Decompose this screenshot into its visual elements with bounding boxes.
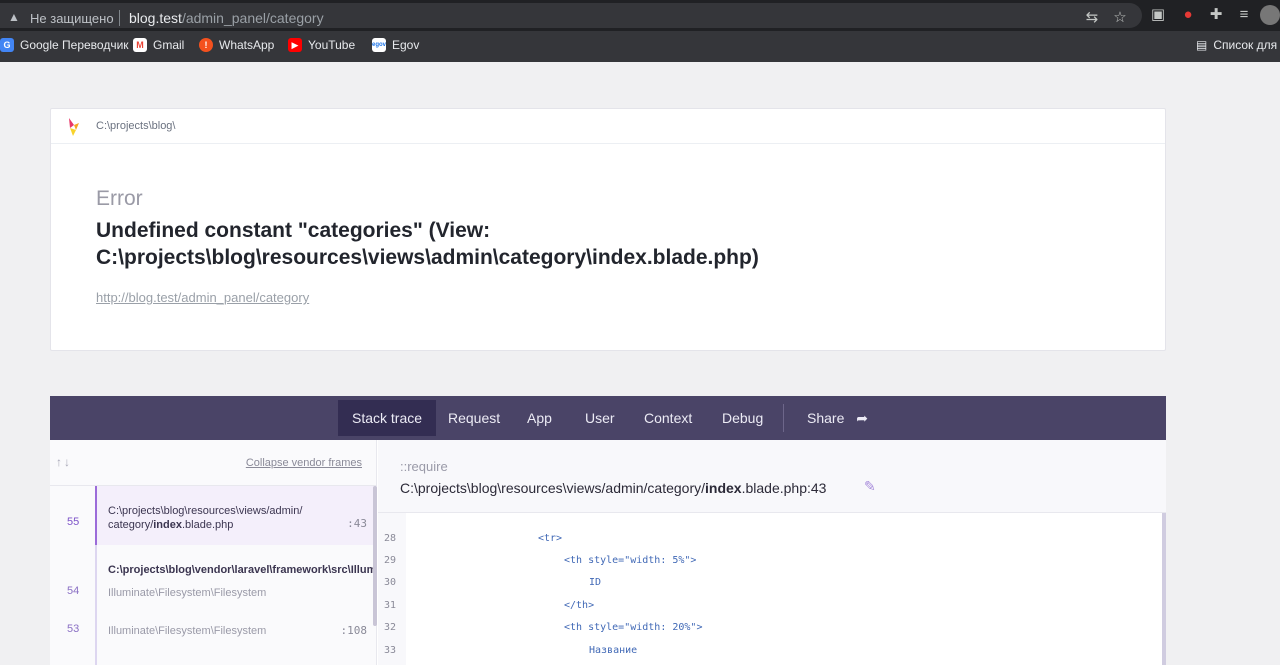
translate-icon[interactable]: ⇆ — [1082, 8, 1102, 28]
frames-scrollbar[interactable] — [373, 486, 377, 626]
frame-line: :108 — [340, 624, 368, 637]
request-url[interactable]: http://blog.test/admin_panel/category — [96, 290, 309, 305]
frame-file-ext: .blade.php — [181, 519, 234, 531]
share-icon: ➦ — [856, 410, 868, 426]
source-viewer: ::require C:\projects\blog\resources\vie… — [378, 440, 1166, 665]
browser-toolbar: ▲ Не защищено blog.test/admin_panel/cate… — [0, 0, 1280, 31]
tab-debug[interactable]: Debug — [722, 396, 763, 440]
bookmark-label: Google Переводчик — [20, 38, 129, 52]
bookmark-egov[interactable]: egov Egov — [372, 38, 419, 52]
reading-list[interactable]: ▤ Список для ч — [1196, 38, 1280, 52]
frame-class: Illuminate\Filesystem\Filesystem — [108, 625, 267, 637]
reading-list-label: Список для ч — [1213, 38, 1280, 52]
line-number: 28 — [384, 533, 397, 544]
media-icon[interactable]: ≡ — [1234, 5, 1254, 25]
frame-54[interactable]: 54 Illuminate\Filesystem\Filesystem — [50, 575, 377, 613]
frame-number: 55 — [67, 516, 80, 528]
puzzle-icon[interactable]: ✚ — [1206, 5, 1226, 25]
bookmarks-bar: G Google Переводчик M Gmail ! WhatsApp ▶… — [0, 31, 1280, 62]
star-icon[interactable]: ☆ — [1110, 8, 1130, 28]
tab-request[interactable]: Request — [448, 396, 500, 440]
error-type: Error — [96, 187, 143, 210]
bookmark-whatsapp[interactable]: ! WhatsApp — [199, 38, 274, 52]
youtube-icon: ▶ — [288, 38, 302, 52]
url-host: blog.test — [129, 10, 182, 26]
frame-group[interactable]: C:\projects\blog\vendor\laravel\framewor… — [50, 545, 377, 576]
code-line: ID — [589, 577, 602, 588]
bookmark-label: Gmail — [153, 38, 185, 52]
address-bar[interactable]: ▲ Не защищено blog.test/admin_panel/cate… — [0, 3, 1142, 28]
frame-method: ::require — [400, 459, 448, 474]
line-number: 33 — [384, 645, 397, 656]
tab-app[interactable]: App — [527, 396, 552, 440]
code-block: 28 29 30 31 32 33 <tr> <th style="width:… — [378, 513, 1166, 665]
code-line: <th style="width: 20%"> — [564, 622, 703, 633]
security-label[interactable]: Не защищено — [30, 11, 114, 26]
gmail-icon: M — [133, 38, 147, 52]
navigate-frames-icon[interactable]: ↑↓ — [56, 455, 72, 469]
bookmark-label: WhatsApp — [219, 38, 275, 52]
card-header: C:\projects\blog\ — [51, 109, 1165, 144]
bookmark-google-translate[interactable]: G Google Переводчик — [0, 38, 129, 52]
url-path: /admin_panel/category — [181, 10, 324, 26]
whatsapp-icon: ! — [199, 38, 213, 52]
frame-number: 53 — [67, 623, 80, 635]
source-header: ::require C:\projects\blog\resources\vie… — [378, 440, 1166, 513]
code-line: <tr> — [538, 533, 563, 544]
code-line: Название — [589, 645, 638, 656]
divider — [119, 10, 120, 26]
bookmark-youtube[interactable]: ▶ YouTube — [288, 38, 355, 52]
code-line: </th> — [564, 600, 595, 611]
tab-context[interactable]: Context — [644, 396, 692, 440]
source-file-path: C:\projects\blog\resources\views/admin/c… — [400, 480, 826, 496]
extension-icon[interactable]: ▣ — [1148, 5, 1168, 25]
frame-file: C:\projects\blog\resources\views/admin/ … — [108, 504, 302, 532]
error-message: Undefined constant "categories" (View: C… — [96, 219, 759, 269]
reading-list-icon: ▤ — [1196, 38, 1208, 52]
bookmark-label: Egov — [392, 38, 420, 52]
edit-pencil-icon[interactable]: ✎ — [864, 478, 876, 495]
frame-file-line1: C:\projects\blog\resources\views/admin/ — [108, 505, 303, 517]
tab-user[interactable]: User — [585, 396, 615, 440]
share-label: Share — [807, 410, 845, 426]
code-scrollbar[interactable] — [1162, 513, 1166, 665]
project-path: C:\projects\blog\ — [96, 120, 176, 132]
line-number: 30 — [384, 577, 397, 588]
egov-icon: egov — [372, 38, 386, 52]
stack-panel: Stack trace Request App User Context Deb… — [50, 396, 1166, 665]
frame-55[interactable]: 55 C:\projects\blog\resources\views/admi… — [50, 486, 377, 545]
frame-class: Illuminate\Filesystem\Filesystem — [108, 587, 267, 599]
adblock-icon[interactable]: ● — [1178, 5, 1198, 25]
frames-list: ↑↓ Collapse vendor frames 55 C:\projects… — [50, 440, 377, 665]
code-line: <th style="width: 5%"> — [564, 555, 697, 566]
tab-share[interactable]: Share ➦ — [807, 396, 868, 440]
line-number: 31 — [384, 600, 397, 611]
ignition-logo-icon — [69, 118, 79, 136]
source-file-name: index — [705, 480, 742, 496]
google-translate-icon: G — [0, 38, 14, 52]
tab-stack-trace[interactable]: Stack trace — [338, 400, 437, 436]
divider — [783, 404, 784, 432]
frame-file-dir: category/ — [108, 519, 154, 531]
warning-icon[interactable]: ▲ — [8, 10, 20, 24]
frame-file-line2: category/index.blade.php — [108, 518, 302, 532]
frame-number: 54 — [67, 585, 80, 597]
bookmark-gmail[interactable]: M Gmail — [133, 38, 184, 52]
frame-53[interactable]: 53 Illuminate\Filesystem\Filesystem :108 — [50, 613, 377, 651]
avatar[interactable] — [1260, 5, 1280, 25]
frame-line: :43 — [347, 517, 367, 530]
line-number: 29 — [384, 555, 397, 566]
frame-file-name: index — [153, 519, 182, 531]
source-file-ext: .blade.php:43 — [741, 480, 827, 496]
frames-header: ↑↓ Collapse vendor frames — [50, 440, 376, 486]
line-number: 32 — [384, 622, 397, 633]
bookmark-label: YouTube — [308, 38, 356, 52]
tab-nav: Stack trace Request App User Context Deb… — [50, 396, 1166, 440]
url-text[interactable]: blog.test/admin_panel/category — [129, 10, 324, 26]
source-dir: C:\projects\blog\resources\views/admin/c… — [400, 480, 706, 496]
error-card: C:\projects\blog\ Error Undefined consta… — [50, 108, 1166, 351]
collapse-vendor-button[interactable]: Collapse vendor frames — [246, 457, 362, 469]
